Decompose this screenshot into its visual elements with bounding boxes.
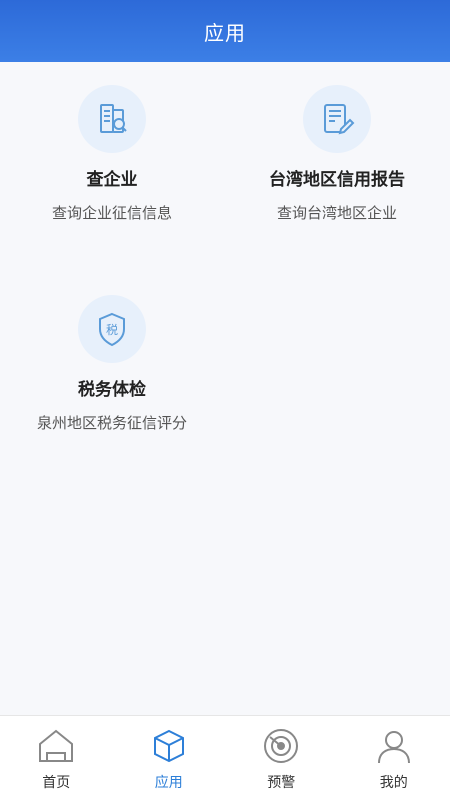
tab-apps[interactable]: 应用 — [113, 716, 226, 800]
radar-icon — [261, 726, 301, 766]
tab-label: 预警 — [267, 775, 296, 791]
bottom-tab-bar: 首页 应用 预警 我的 — [0, 715, 450, 800]
tab-label: 首页 — [42, 775, 71, 791]
tab-label: 应用 — [154, 775, 183, 791]
app-tax-checkup[interactable]: 税 税务体检 泉州地区税务征信评分 — [12, 295, 212, 433]
box-icon — [149, 726, 189, 766]
user-icon — [374, 726, 414, 766]
home-icon — [36, 726, 76, 766]
tab-label: 我的 — [379, 775, 408, 791]
app-check-company[interactable]: 查企业 查询企业征信信息 — [12, 85, 212, 223]
app-name: 查企业 — [86, 170, 138, 190]
app-desc: 泉州地区税务征信评分 — [36, 414, 187, 432]
app-desc: 查询台湾地区企业 — [276, 204, 397, 222]
top-header: 应用 — [0, 0, 450, 62]
app-desc: 查询企业征信信息 — [51, 204, 172, 222]
tab-home[interactable]: 首页 — [0, 716, 113, 800]
page-title: 应用 — [204, 20, 246, 45]
app-name: 台湾地区信用报告 — [269, 170, 405, 190]
report-edit-icon — [303, 85, 371, 153]
tax-glyph: 税 — [106, 323, 118, 337]
tab-profile[interactable]: 我的 — [338, 716, 450, 800]
building-search-icon — [78, 85, 146, 153]
app-taiwan-credit-report[interactable]: 台湾地区信用报告 查询台湾地区企业 — [237, 85, 437, 223]
tax-shield-icon: 税 — [78, 295, 146, 363]
app-name: 税务体检 — [78, 380, 146, 400]
tab-alerts[interactable]: 预警 — [225, 716, 338, 800]
